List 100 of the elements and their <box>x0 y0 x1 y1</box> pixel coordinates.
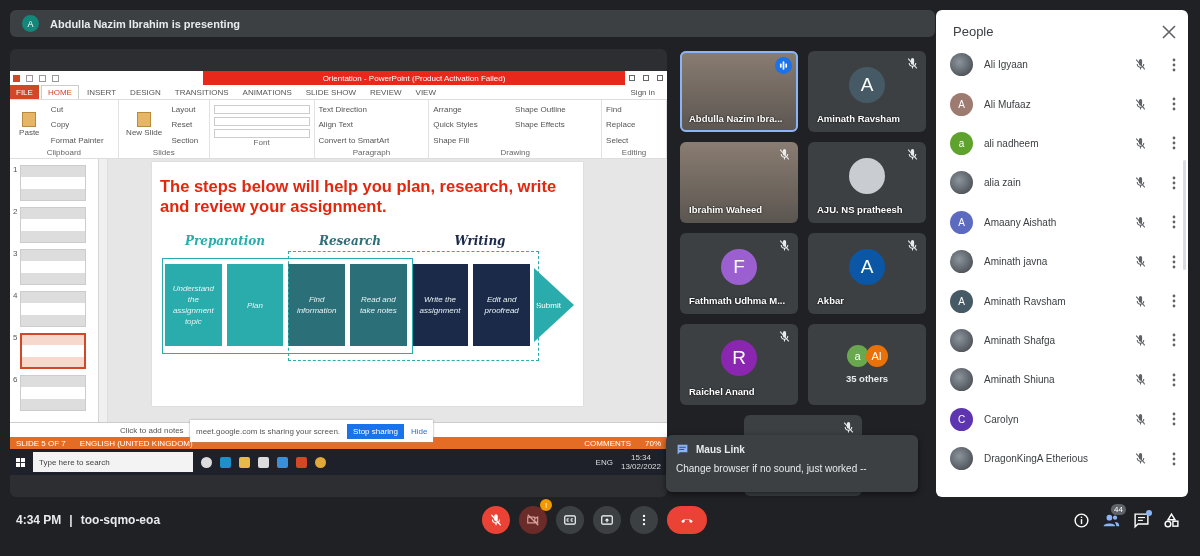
person-name: Carolyn <box>984 413 1020 425</box>
camera-off-icon <box>526 513 540 527</box>
others-count: 35 others <box>845 373 889 384</box>
ribbon-tab[interactable]: REVIEW <box>364 85 408 99</box>
separator: | <box>69 513 73 527</box>
ribbon-command[interactable]: Find <box>606 105 662 115</box>
ribbon-command[interactable]: Paste <box>14 112 45 138</box>
font-control-field[interactable] <box>213 117 310 126</box>
info-icon[interactable] <box>1073 511 1090 529</box>
ribbon-tab[interactable]: INSERT <box>80 85 123 99</box>
ribbon-command[interactable]: Text Direction <box>318 105 425 115</box>
ribbon-command[interactable]: Shape Effects <box>515 120 598 130</box>
scrollbar-thumb[interactable] <box>1183 160 1186 270</box>
slide-thumbnail[interactable] <box>20 249 87 285</box>
ribbon-command[interactable]: Format Painter <box>50 135 114 145</box>
ribbon-command[interactable]: Replace <box>606 120 662 130</box>
ribbon-command[interactable]: Shape Fill <box>433 135 510 145</box>
end-call-button[interactable] <box>667 506 707 534</box>
participant-name: Akbar <box>817 295 844 306</box>
ribbon-tab[interactable]: HOME <box>40 85 79 99</box>
input-language[interactable]: ENG <box>595 457 613 467</box>
ribbon-tab[interactable]: TRANSITIONS <box>168 85 235 99</box>
ribbon-group-label: Editing <box>620 148 648 157</box>
ribbon-command[interactable]: Copy <box>50 120 114 130</box>
person-name: alia zain <box>984 177 1022 189</box>
slide-title: The steps below will help you plan, research, write and review your assignment. <box>160 176 558 216</box>
ribbon-command[interactable]: Cut <box>50 105 114 115</box>
present-screen-icon <box>600 513 614 527</box>
ribbon-command[interactable]: Reset <box>171 120 205 130</box>
windows-start-icon[interactable] <box>16 457 25 467</box>
process-step: Understand the assignment topic <box>165 264 222 346</box>
mic-off-icon[interactable] <box>1134 452 1147 466</box>
chat-icon <box>676 443 689 456</box>
process-step: Read and take notes <box>350 264 407 346</box>
process-step: Find information <box>288 264 345 346</box>
shapes-icon[interactable] <box>1163 511 1180 529</box>
avatar-photo-placeholder <box>950 368 973 392</box>
avatar-photo-placeholder <box>950 250 973 274</box>
font-control-field[interactable] <box>213 105 310 114</box>
avatar-photo-placeholder <box>950 328 973 352</box>
mic-off-icon[interactable] <box>1134 333 1147 347</box>
slide-number: 5 <box>13 333 18 344</box>
mic-off-icon[interactable] <box>1134 255 1147 269</box>
stage-heading: Research <box>317 234 383 248</box>
font-control-field[interactable] <box>213 129 310 138</box>
ribbon-command[interactable]: Quick Styles <box>433 120 510 130</box>
chat-sender: Maus Link <box>696 444 745 455</box>
participant-avatar: R <box>721 339 757 376</box>
ribbon-command[interactable]: New Slide <box>122 112 166 138</box>
avatar-photo-placeholder <box>849 157 885 194</box>
ribbon-tab[interactable]: FILE <box>10 85 39 99</box>
participant-avatar: a <box>846 345 869 367</box>
participant-name: Fathmath Udhma M... <box>689 295 786 306</box>
alert-badge: ! <box>540 499 552 511</box>
mic-off-icon[interactable] <box>1134 176 1147 190</box>
ribbon-command[interactable]: Layout <box>171 105 205 115</box>
ribbon-command[interactable]: Align Text <box>318 120 425 130</box>
ribbon-command[interactable]: Select <box>606 135 662 145</box>
slide-thumbnail[interactable] <box>20 207 87 243</box>
camera-button[interactable] <box>519 506 547 534</box>
participant-count: 44 <box>1111 503 1126 515</box>
ribbon-tab[interactable]: VIEW <box>409 85 442 99</box>
scrollbar[interactable] <box>99 159 108 422</box>
person-name: Ali Igyaan <box>984 59 1029 71</box>
ribbon-command[interactable]: Convert to SmartArt <box>318 135 425 145</box>
ribbon-command[interactable]: Section <box>171 135 205 145</box>
slide-thumbnail[interactable] <box>20 375 87 411</box>
mic-off-icon[interactable] <box>1134 58 1147 72</box>
mic-off-icon <box>489 513 503 527</box>
ribbon-group-label: Paragraph <box>351 148 392 157</box>
meeting-code: too-sqmo-eoa <box>80 513 161 527</box>
share-message: meet.google.com is sharing your screen. <box>196 426 341 436</box>
microphone-button[interactable] <box>482 506 510 534</box>
ribbon-tab[interactable]: DESIGN <box>124 85 167 99</box>
ribbon-group-label: Drawing <box>499 148 531 157</box>
present-screen-button[interactable] <box>593 506 621 534</box>
participant-name: AJU. NS pratheesh <box>817 204 903 215</box>
stop-sharing-button[interactable]: Stop sharing <box>347 423 404 439</box>
sign-in-link[interactable]: Sign in <box>624 85 661 99</box>
hide-link[interactable]: Hide <box>411 426 428 436</box>
mic-off-icon[interactable] <box>1134 215 1147 229</box>
mic-off-icon[interactable] <box>1134 136 1147 150</box>
mic-off-icon[interactable] <box>1134 373 1147 387</box>
presenting-text: Abdulla Nazim Ibrahim is presenting <box>50 17 241 30</box>
participant-name: Abdulla Nazim Ibra... <box>689 113 783 124</box>
slide-thumbnail[interactable] <box>20 165 87 201</box>
ribbon-command[interactable]: Shape Outline <box>515 105 598 115</box>
captions-button[interactable] <box>556 506 584 534</box>
slide-thumbnail[interactable] <box>20 291 87 327</box>
taskbar-search-field[interactable]: Type here to search <box>33 452 193 472</box>
chat-icon[interactable] <box>1133 511 1150 529</box>
mic-off-icon[interactable] <box>1134 97 1147 111</box>
slide-thumbnail[interactable] <box>20 333 87 369</box>
mic-off-icon[interactable] <box>1134 412 1147 426</box>
participant-avatar: A <box>849 66 885 103</box>
mic-off-icon[interactable] <box>1134 294 1147 308</box>
ribbon-tab[interactable]: SLIDE SHOW <box>299 85 362 99</box>
ribbon-command[interactable]: Arrange <box>433 105 510 115</box>
ribbon-tab[interactable]: ANIMATIONS <box>236 85 298 99</box>
person-avatar: A <box>950 92 973 116</box>
